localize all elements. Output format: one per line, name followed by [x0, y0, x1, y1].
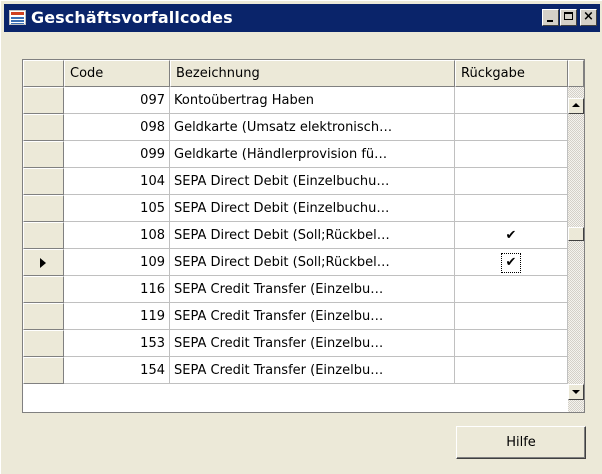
cell-bezeichnung[interactable]: SEPA Direct Debit (Soll;Rückbel…: [170, 249, 455, 276]
table-row[interactable]: 104 SEPA Direct Debit (Einzelbuchu…: [23, 168, 584, 195]
table-body: 097 Kontoübertrag Haben 098 Geldkarte (Umsa…: [23, 87, 584, 412]
cell-code[interactable]: 098: [64, 114, 170, 141]
window-title: Geschäftsvorfallcodes: [31, 8, 233, 27]
table-header: Code Bezeichnung Rückgabe: [23, 60, 584, 87]
close-icon: ×: [583, 9, 594, 24]
table-row[interactable]: 099 Geldkarte (Händlerprovision fü…: [23, 141, 584, 168]
cell-rueckgabe[interactable]: [455, 330, 568, 357]
minimize-button[interactable]: [542, 9, 559, 26]
cell-rueckgabe[interactable]: [455, 276, 568, 303]
row-selector[interactable]: [23, 114, 64, 141]
cell-rueckgabe[interactable]: ✔: [455, 249, 568, 276]
table-row[interactable]: 098 Geldkarte (Umsatz elektronisch…: [23, 114, 584, 141]
table-row[interactable]: 116 SEPA Credit Transfer (Einzelbu…: [23, 276, 584, 303]
row-selector[interactable]: [23, 357, 64, 384]
vertical-scrollbar[interactable]: [568, 87, 584, 412]
cell-code[interactable]: 104: [64, 168, 170, 195]
row-selector[interactable]: [23, 303, 64, 330]
row-selector[interactable]: [23, 249, 64, 276]
minimize-icon: [547, 20, 553, 22]
column-header-rueckgabe[interactable]: Rückgabe: [455, 60, 568, 87]
row-selector[interactable]: [23, 330, 64, 357]
cell-code[interactable]: 108: [64, 222, 170, 249]
cell-bezeichnung[interactable]: SEPA Credit Transfer (Einzelbu…: [170, 330, 455, 357]
cell-rueckgabe[interactable]: [455, 303, 568, 330]
cell-rueckgabe[interactable]: [455, 141, 568, 168]
title-bar[interactable]: Geschäftsvorfallcodes ×: [4, 4, 600, 32]
help-button[interactable]: Hilfe: [456, 426, 586, 459]
row-selector[interactable]: [23, 87, 64, 114]
maximize-icon: [564, 12, 573, 20]
table-row[interactable]: 108 SEPA Direct Debit (Soll;Rückbel… ✔: [23, 222, 584, 249]
table-row[interactable]: 119 SEPA Credit Transfer (Einzelbu…: [23, 303, 584, 330]
table-icon: [9, 10, 26, 25]
cell-code[interactable]: 119: [64, 303, 170, 330]
row-selector[interactable]: [23, 276, 64, 303]
codes-table[interactable]: Code Bezeichnung Rückgabe 097 Kontoübertr…: [22, 59, 585, 413]
column-header-bezeichnung[interactable]: Bezeichnung: [170, 60, 455, 87]
current-row-icon: [40, 258, 46, 268]
column-header-code[interactable]: Code: [64, 60, 170, 87]
row-selector[interactable]: [23, 195, 64, 222]
cell-code[interactable]: 099: [64, 141, 170, 168]
cell-code[interactable]: 097: [64, 87, 170, 114]
window: Geschäftsvorfallcodes × Code Bezeichnung…: [0, 0, 602, 474]
cell-code[interactable]: 109: [64, 249, 170, 276]
cell-bezeichnung[interactable]: SEPA Credit Transfer (Einzelbu…: [170, 276, 455, 303]
cell-bezeichnung[interactable]: SEPA Direct Debit (Soll;Rückbel…: [170, 222, 455, 249]
cell-bezeichnung[interactable]: Geldkarte (Umsatz elektronisch…: [170, 114, 455, 141]
cell-rueckgabe[interactable]: [455, 114, 568, 141]
row-selector[interactable]: [23, 168, 64, 195]
cell-bezeichnung[interactable]: Geldkarte (Händlerprovision fü…: [170, 141, 455, 168]
table-row[interactable]: 105 SEPA Direct Debit (Einzelbuchu…: [23, 195, 584, 222]
cell-bezeichnung[interactable]: SEPA Direct Debit (Einzelbuchu…: [170, 195, 455, 222]
close-button[interactable]: ×: [580, 9, 597, 26]
cell-code[interactable]: 153: [64, 330, 170, 357]
cell-code[interactable]: 154: [64, 357, 170, 384]
scroll-thumb[interactable]: [568, 227, 584, 241]
cell-code[interactable]: 116: [64, 276, 170, 303]
cell-rueckgabe[interactable]: [455, 168, 568, 195]
cell-bezeichnung[interactable]: SEPA Credit Transfer (Einzelbu…: [170, 303, 455, 330]
cell-rueckgabe[interactable]: [455, 357, 568, 384]
arrow-up-icon: [572, 103, 580, 107]
cell-bezeichnung[interactable]: SEPA Credit Transfer (Einzelbu…: [170, 357, 455, 384]
scroll-down-button[interactable]: [568, 384, 584, 400]
cell-rueckgabe[interactable]: [455, 87, 568, 114]
table-row[interactable]: 154 SEPA Credit Transfer (Einzelbu…: [23, 357, 584, 384]
checkmark-icon: ✔: [505, 228, 517, 243]
arrow-down-icon: [572, 390, 580, 394]
cell-code[interactable]: 105: [64, 195, 170, 222]
checkmark-icon: ✔: [500, 253, 522, 273]
cell-rueckgabe[interactable]: ✔: [455, 222, 568, 249]
scroll-up-button[interactable]: [568, 98, 584, 114]
cell-bezeichnung[interactable]: SEPA Direct Debit (Einzelbuchu…: [170, 168, 455, 195]
row-selector[interactable]: [23, 141, 64, 168]
row-selector[interactable]: [23, 222, 64, 249]
table-row[interactable]: 109 SEPA Direct Debit (Soll;Rückbel… ✔: [23, 249, 584, 276]
table-row[interactable]: 153 SEPA Credit Transfer (Einzelbu…: [23, 330, 584, 357]
table-row[interactable]: 097 Kontoübertrag Haben: [23, 87, 584, 114]
header-selector[interactable]: [23, 60, 64, 87]
cell-rueckgabe[interactable]: [455, 195, 568, 222]
header-corner: [568, 60, 584, 87]
cell-bezeichnung[interactable]: Kontoübertrag Haben: [170, 87, 455, 114]
maximize-button[interactable]: [560, 9, 577, 26]
